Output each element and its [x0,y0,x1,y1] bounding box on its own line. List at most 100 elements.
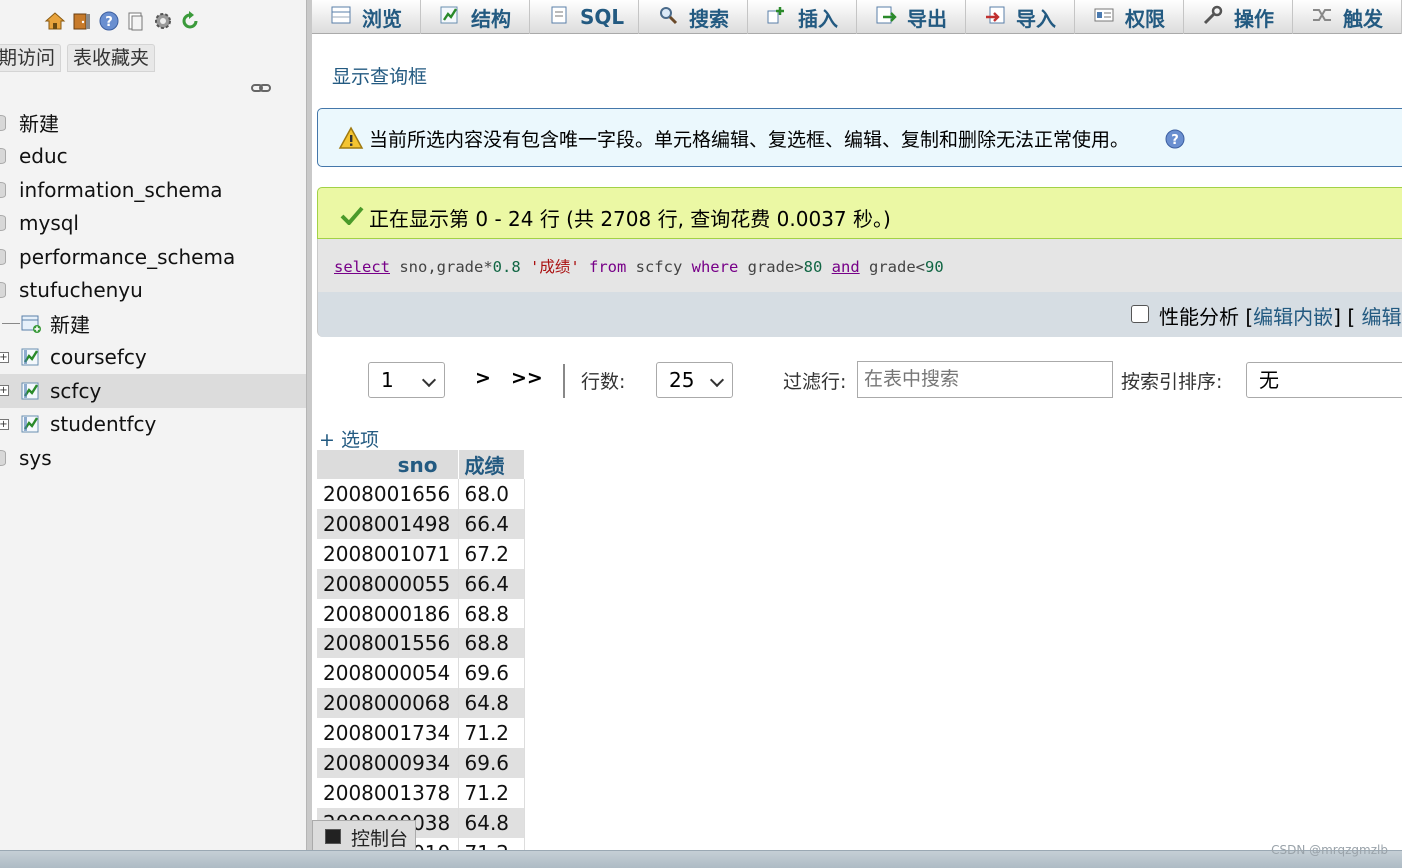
tab-insert[interactable]: 插入 [748,0,857,34]
tree-item-label[interactable]: scfcy [50,379,101,403]
tree-item-label[interactable]: 新建 [19,108,59,137]
docs-icon[interactable] [125,10,147,32]
filter-rows-input[interactable]: 在表中搜索 [857,361,1113,398]
cell-sno[interactable]: 2008000068 [317,688,459,719]
cell-sno[interactable]: 2008000934 [317,748,459,778]
cell-grade[interactable]: 64.8 [458,688,525,719]
column-header-sno[interactable]: sno [317,450,459,479]
table-icon[interactable] [20,347,42,367]
cell-grade[interactable]: 71.2 [458,777,525,808]
tree-item-label[interactable]: information_schema [19,178,223,202]
cell-grade[interactable]: 67.2 [458,538,525,569]
tab-structure[interactable]: 结构 [421,0,530,34]
column-header-grade[interactable]: 成绩 [458,450,525,479]
profiling-checkbox[interactable] [1131,305,1149,323]
expand-icon[interactable]: + [0,351,9,363]
cell-sno[interactable]: 2008001734 [317,718,459,749]
table-row[interactable]: 2008000934 69.6 [317,748,525,778]
tab-triggers[interactable]: 触发 [1293,0,1402,34]
help-icon[interactable]: ? [98,10,120,32]
edit-link[interactable]: 编辑 [1362,305,1402,329]
tab-import[interactable]: 导入 [966,0,1075,34]
show-query-box-link[interactable]: 显示查询框 [332,62,427,89]
page-select[interactable]: 1 [368,362,445,398]
table-row[interactable]: 2008001378 71.2 [317,777,525,808]
cell-sno[interactable]: 2008000054 [317,658,459,689]
table-row[interactable]: 2008000068 64.8 [317,688,525,719]
rows-per-page-select[interactable]: 25 [656,362,733,398]
tree-item-db[interactable]: performance_schema [0,240,306,274]
cell-grade[interactable]: 68.8 [458,628,525,659]
cell-grade[interactable]: 69.6 [458,748,525,778]
home-icon[interactable] [44,10,66,32]
table-row[interactable]: 2008001556 68.8 [317,628,525,659]
tree-item-table[interactable]: + studentfcy [0,408,306,442]
table-icon[interactable] [20,414,42,434]
table-row[interactable]: 2008000186 68.8 [317,598,525,629]
tree-item-new-table[interactable]: 新建 [0,307,306,341]
tab-browse[interactable]: 浏览 [312,0,421,34]
cell-grade[interactable]: 69.6 [458,658,525,689]
cell-grade[interactable]: 68.8 [458,598,525,629]
cell-grade[interactable]: 66.4 [458,508,525,539]
tree-item-label[interactable]: sys [19,446,52,470]
tab-operations[interactable]: 操作 [1184,0,1293,34]
tab-privileges[interactable]: 权限 [1075,0,1184,34]
cell-sno[interactable]: 2008001556 [317,628,459,659]
tab-recent[interactable]: 期访问 [0,44,62,72]
table-row[interactable]: 2008001071 67.2 [317,538,525,569]
cell-sno[interactable]: 2008000055 [317,568,459,599]
tree-item-db[interactable]: sys [0,441,306,475]
tree-item-new-db[interactable]: 新建 [0,106,306,140]
table-icon[interactable] [20,381,42,401]
tree-item-label[interactable]: coursefcy [50,345,147,369]
expand-icon[interactable]: + [0,385,9,397]
tab-search[interactable]: 搜索 [639,0,748,34]
cell-grade[interactable]: 68.0 [458,479,525,509]
table-row[interactable]: 2008001656 68.0 [317,479,525,509]
console-toggle[interactable]: 控制台 [312,820,416,850]
tree-item-label[interactable]: performance_schema [19,245,235,269]
tree-item-db[interactable]: stufuchenyu [0,274,306,308]
tree-item-db[interactable]: educ [0,140,306,174]
next-page-button[interactable]: > [475,367,491,389]
cell-sno[interactable]: 2008001656 [317,479,459,509]
cell-grade[interactable]: 66.4 [458,568,525,599]
cell-sno[interactable]: 2008000186 [317,598,459,629]
tree-item-label[interactable]: educ [19,144,68,168]
nav-resize-handle[interactable] [306,0,312,850]
tree-item-db[interactable]: information_schema [0,173,306,207]
tab-export[interactable]: 导出 [857,0,966,34]
tree-item-table[interactable]: + coursefcy [0,341,306,375]
table-row[interactable]: 2008001734 71.2 [317,718,525,749]
cell-sno[interactable]: 2008001498 [317,508,459,539]
link-with-main-icon[interactable] [250,80,272,96]
table-row[interactable]: 2008000055 66.4 [317,568,525,599]
settings-icon[interactable] [152,10,174,32]
exit-icon[interactable] [71,10,93,32]
tree-item-label[interactable]: stufuchenyu [19,278,143,302]
sql-keyword-and[interactable]: and [832,258,860,276]
cell-grade[interactable]: 71.2 [458,718,525,749]
tab-favorites[interactable]: 表收藏夹 [67,44,156,72]
tree-item-label[interactable]: mysql [19,211,79,235]
table-row[interactable]: 2008000054 69.6 [317,658,525,689]
table-row[interactable]: 2008001498 66.4 [317,508,525,539]
tree-item-label[interactable]: 新建 [50,309,90,338]
new-table-icon[interactable] [20,314,42,334]
tree-item-db[interactable]: mysql [0,207,306,241]
tree-item-table[interactable]: + scfcy [0,374,306,408]
cell-grade[interactable]: 64.8 [458,807,525,838]
sort-by-key-select[interactable]: 无 [1246,362,1402,398]
cell-sno[interactable]: 2008001071 [317,538,459,569]
edit-inline-link[interactable]: 编辑内嵌 [1253,305,1333,329]
options-toggle-link[interactable]: + 选项 [319,425,379,452]
help-icon[interactable]: ? [1164,128,1186,154]
sql-keyword-select[interactable]: select [334,258,390,276]
tree-item-label[interactable]: studentfcy [50,412,156,436]
reload-icon[interactable] [179,10,201,32]
tab-sql[interactable]: SQL [530,0,639,34]
expand-icon[interactable]: + [0,418,9,430]
last-page-button[interactable]: >> [511,367,543,389]
cell-sno[interactable]: 2008001378 [317,777,459,808]
